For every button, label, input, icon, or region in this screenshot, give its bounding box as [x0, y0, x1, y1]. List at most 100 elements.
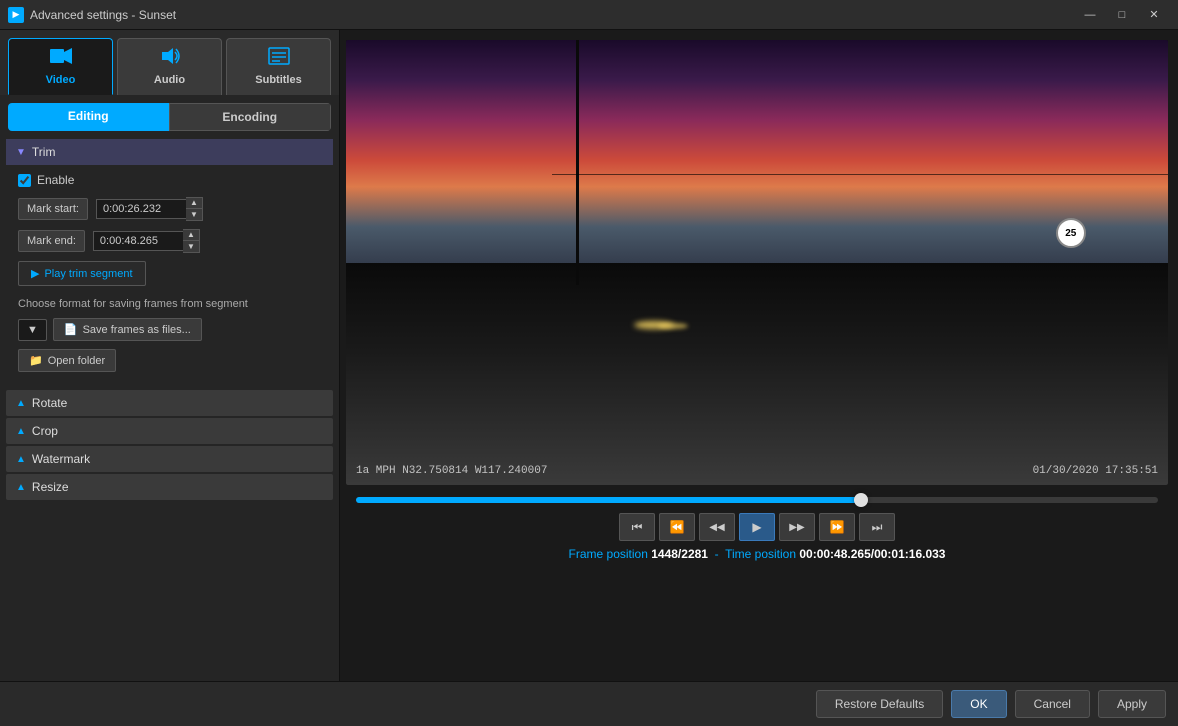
- format-dropdown[interactable]: ▼: [18, 319, 47, 341]
- seek-bar-fill: [356, 497, 861, 503]
- time-position-label: Time position: [725, 547, 796, 561]
- right-panel: 25 1a MPH N32.750814 W117.240007 01/30/2…: [340, 30, 1178, 681]
- mark-start-input[interactable]: [96, 199, 186, 219]
- step-back-button[interactable]: ◀◀: [699, 513, 735, 541]
- mark-start-down[interactable]: ▼: [186, 209, 202, 220]
- mark-end-spinners: ▲ ▼: [183, 229, 200, 253]
- rewind-fast-button[interactable]: ⏪: [659, 513, 695, 541]
- audio-icon: [160, 47, 180, 70]
- format-label: Choose format for saving frames from seg…: [18, 298, 321, 310]
- play-button[interactable]: ▶: [739, 513, 775, 541]
- rotate-label: Rotate: [32, 396, 67, 410]
- trim-section: ▼ Trim Enable Mark start: ▲ ▼: [6, 139, 333, 380]
- seek-bar[interactable]: [356, 497, 1158, 503]
- video-icon: [50, 47, 72, 70]
- titlebar: ▶ Advanced settings - Sunset — □ ✕: [0, 0, 1178, 30]
- dropdown-arrow-icon: ▼: [27, 324, 38, 336]
- subtitles-icon: [268, 47, 290, 70]
- play-trim-icon: ▶: [31, 267, 39, 280]
- bottom-bar: Restore Defaults OK Cancel Apply: [0, 681, 1178, 726]
- frame-value: 1448/2281: [651, 547, 708, 561]
- crop-header[interactable]: ▲ Crop: [6, 418, 333, 444]
- time-value: 00:00:48.265/00:01:16.033: [799, 547, 945, 561]
- titlebar-left: ▶ Advanced settings - Sunset: [8, 7, 176, 23]
- tab-video[interactable]: Video: [8, 38, 113, 95]
- play-trim-label: Play trim segment: [44, 268, 132, 280]
- video-frame: 25: [346, 40, 1168, 485]
- mark-start-input-wrap: ▲ ▼: [96, 197, 203, 221]
- datetime-overlay: 01/30/2020 17:35:51: [1033, 465, 1158, 477]
- playback-controls: ⏮ ⏪ ◀◀ ▶ ▶▶ ⏩ ⏭: [346, 513, 1168, 541]
- road-layer: [346, 263, 1168, 486]
- rotate-arrow-icon: ▲: [16, 398, 26, 409]
- seek-bar-container: [346, 493, 1168, 507]
- skip-first-button[interactable]: ⏮: [619, 513, 655, 541]
- cancel-button[interactable]: Cancel: [1015, 690, 1090, 718]
- close-button[interactable]: ✕: [1138, 0, 1170, 30]
- mark-end-up[interactable]: ▲: [183, 230, 199, 241]
- watermark-label: Watermark: [32, 452, 90, 466]
- crop-label: Crop: [32, 424, 58, 438]
- trim-arrow-icon: ▼: [16, 147, 26, 158]
- minimize-button[interactable]: —: [1074, 0, 1106, 30]
- playback-area: ⏮ ⏪ ◀◀ ▶ ▶▶ ⏩ ⏭ Frame position 1448/2281…: [346, 485, 1168, 569]
- mark-end-button[interactable]: Mark end:: [18, 230, 85, 252]
- watermark-header[interactable]: ▲ Watermark: [6, 446, 333, 472]
- ok-button[interactable]: OK: [951, 690, 1006, 718]
- mark-end-down[interactable]: ▼: [183, 241, 199, 252]
- save-icon: 📄: [64, 323, 78, 336]
- resize-header[interactable]: ▲ Resize: [6, 474, 333, 500]
- tree-trunk: [576, 40, 579, 285]
- enable-row: Enable: [18, 173, 321, 187]
- save-frames-button[interactable]: 📄 Save frames as files...: [53, 318, 202, 341]
- step-fwd-button[interactable]: ▶▶: [779, 513, 815, 541]
- open-folder-label: Open folder: [48, 355, 105, 367]
- mark-end-row: Mark end: ▲ ▼: [18, 229, 321, 253]
- rotate-header[interactable]: ▲ Rotate: [6, 390, 333, 416]
- maximize-button[interactable]: □: [1106, 0, 1138, 30]
- format-row: ▼ 📄 Save frames as files...: [18, 318, 321, 341]
- edit-tabs: Editing Encoding: [8, 103, 331, 131]
- tab-subtitles[interactable]: Subtitles: [226, 38, 331, 95]
- play-trim-button[interactable]: ▶ Play trim segment: [18, 261, 146, 286]
- tab-encoding[interactable]: Encoding: [169, 103, 332, 131]
- video-overlay: 1a MPH N32.750814 W117.240007 01/30/2020…: [356, 465, 1158, 477]
- main-container: Video Audio: [0, 30, 1178, 681]
- tab-audio[interactable]: Audio: [117, 38, 222, 95]
- speed-sign: 25: [1056, 218, 1086, 248]
- restore-defaults-button[interactable]: Restore Defaults: [816, 690, 943, 718]
- gps-overlay: 1a MPH N32.750814 W117.240007: [356, 465, 547, 477]
- collapsed-sections: ▲ Rotate ▲ Crop ▲ Watermark ▲ Resize: [0, 388, 339, 502]
- tab-audio-label: Audio: [154, 74, 185, 86]
- trim-content: Enable Mark start: ▲ ▼ Mark end:: [6, 165, 333, 380]
- open-folder-button[interactable]: 📁 Open folder: [18, 349, 116, 372]
- skip-last-button[interactable]: ⏭: [859, 513, 895, 541]
- crop-arrow-icon: ▲: [16, 426, 26, 437]
- watermark-arrow-icon: ▲: [16, 454, 26, 465]
- mark-start-button[interactable]: Mark start:: [18, 198, 88, 220]
- window-controls: — □ ✕: [1074, 0, 1170, 30]
- app-icon: ▶: [8, 7, 24, 23]
- mark-start-spinners: ▲ ▼: [186, 197, 203, 221]
- frame-position-label: Frame position: [569, 547, 648, 561]
- window-title: Advanced settings - Sunset: [30, 8, 176, 22]
- tab-editing[interactable]: Editing: [8, 103, 169, 131]
- mark-end-input-wrap: ▲ ▼: [93, 229, 200, 253]
- fast-forward-button[interactable]: ⏩: [819, 513, 855, 541]
- position-info: Frame position 1448/2281 - Time position…: [346, 547, 1168, 565]
- seek-handle[interactable]: [854, 493, 868, 507]
- resize-label: Resize: [32, 480, 69, 494]
- trim-enable-checkbox[interactable]: [18, 174, 31, 187]
- mark-start-up[interactable]: ▲: [186, 198, 202, 209]
- mark-start-row: Mark start: ▲ ▼: [18, 197, 321, 221]
- trim-header[interactable]: ▼ Trim: [6, 139, 333, 165]
- media-tabs: Video Audio: [0, 30, 339, 95]
- save-frames-label: Save frames as files...: [83, 324, 191, 336]
- trim-label: Trim: [32, 145, 56, 159]
- mark-end-input[interactable]: [93, 231, 183, 251]
- trim-enable-label: Enable: [37, 173, 74, 187]
- apply-button[interactable]: Apply: [1098, 690, 1166, 718]
- tab-subtitles-label: Subtitles: [255, 74, 301, 86]
- video-container: 25 1a MPH N32.750814 W117.240007 01/30/2…: [346, 40, 1168, 485]
- tab-video-label: Video: [46, 74, 76, 86]
